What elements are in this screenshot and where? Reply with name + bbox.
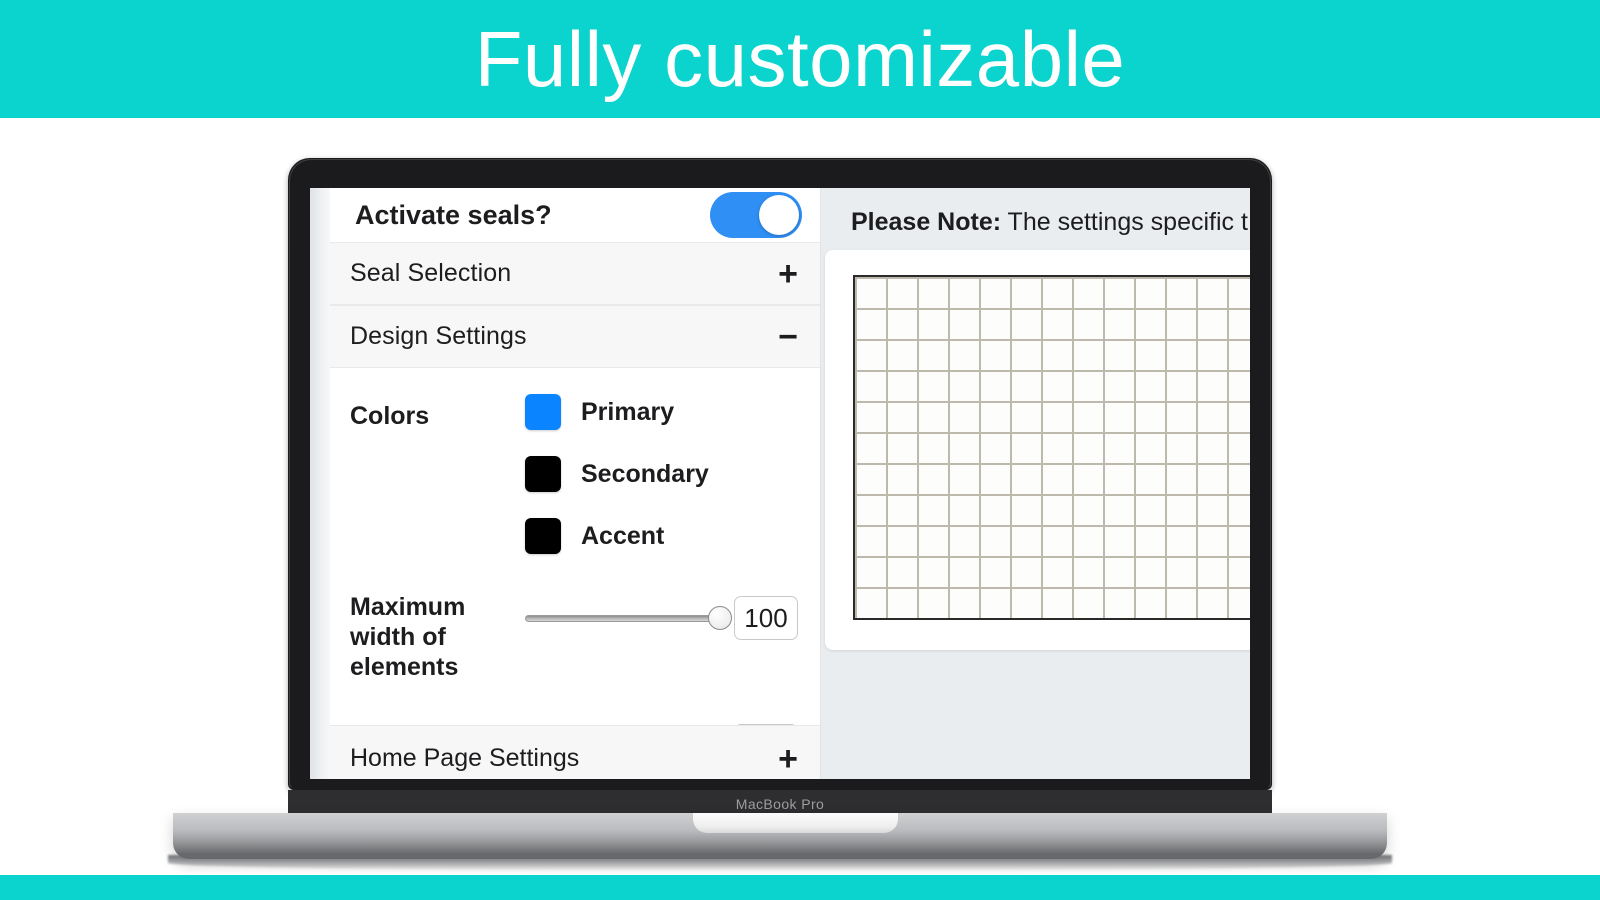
laptop-screen: Activate seals? Seal Selection + Design … [310, 188, 1250, 779]
slider-thumb[interactable] [708, 606, 732, 630]
preview-grid: MONEY BACK GUARANTEE 30 DAY 100% [853, 275, 1250, 620]
color-swatch-primary[interactable] [525, 394, 561, 430]
accordion-design-settings-title: Design Settings [350, 322, 527, 350]
please-note-rest: The settings specific t [1001, 208, 1248, 236]
header-banner: Fully customizable [0, 0, 1600, 118]
accordion-home-page-settings[interactable]: Home Page Settings + [330, 725, 820, 779]
please-note-text: Please Note: The settings specific t [851, 208, 1248, 237]
minus-icon: − [778, 317, 798, 356]
plus-icon: + [778, 254, 798, 293]
laptop-mockup: Activate seals? Seal Selection + Design … [168, 158, 1392, 871]
color-swatch-accent[interactable] [525, 518, 561, 554]
color-swatch-list: Primary Secondary Accent [525, 394, 709, 554]
activate-seals-toggle[interactable] [710, 192, 802, 238]
plus-icon: + [778, 740, 798, 778]
slider-value-max-width[interactable]: 100 [734, 596, 798, 640]
color-label-primary: Primary [581, 397, 675, 426]
slider-label-max-width: Maximum width of elements [350, 593, 466, 681]
color-swatch-secondary[interactable] [525, 456, 561, 492]
banner-title: Fully customizable [474, 15, 1126, 103]
color-label-accent: Accent [581, 521, 665, 550]
slider-max-width[interactable] [525, 606, 732, 630]
settings-panel: Activate seals? Seal Selection + Design … [330, 188, 821, 779]
color-label-secondary: Secondary [581, 459, 709, 488]
design-settings-body: Colors Primary Secondary Accent Maximum … [330, 368, 820, 779]
preview-card: MONEY BACK GUARANTEE 30 DAY 100% [825, 250, 1250, 650]
laptop-base-shadow [168, 855, 1392, 871]
activate-seals-row: Activate seals? [330, 188, 820, 242]
accordion-seal-selection[interactable]: Seal Selection + [330, 242, 820, 305]
accordion-seal-selection-title: Seal Selection [350, 259, 512, 287]
colors-section: Colors Primary Secondary Accent [350, 394, 798, 554]
preview-panel: Please Note: The settings specific t [821, 188, 1250, 779]
accordion-home-page-settings-title: Home Page Settings [350, 744, 580, 772]
please-note-bold: Please Note: [851, 208, 1002, 236]
laptop-base-notch [693, 813, 898, 833]
page-scrollbar-gutter[interactable] [310, 188, 330, 779]
slider-track [525, 614, 728, 622]
colors-label: Colors [350, 402, 430, 430]
color-row-secondary: Secondary [525, 456, 709, 492]
footer-strip [0, 875, 1600, 900]
accordion-design-settings[interactable]: Design Settings − [330, 305, 820, 368]
activate-seals-label: Activate seals? [355, 199, 552, 230]
color-row-accent: Accent [525, 518, 709, 554]
slider-row-max-width: Maximum width of elements 100 [350, 590, 798, 682]
color-row-primary: Primary [525, 394, 709, 430]
toggle-knob [759, 195, 799, 235]
